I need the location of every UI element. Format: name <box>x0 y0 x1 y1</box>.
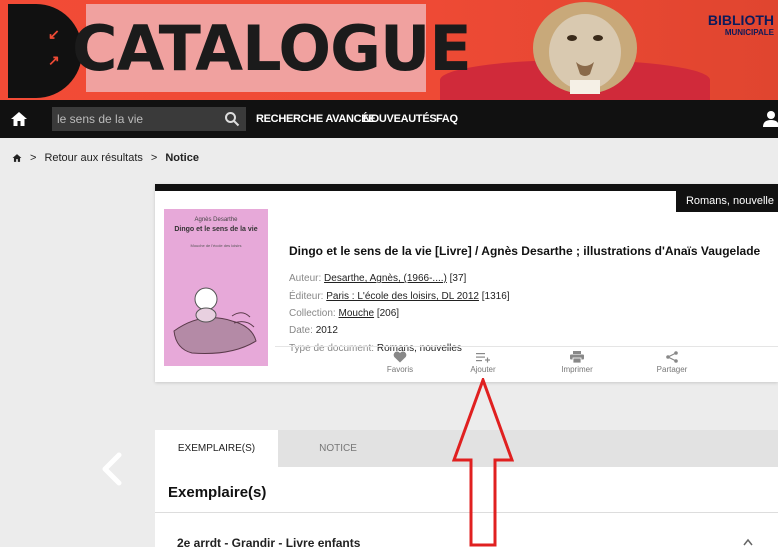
ajouter-button[interactable]: Ajouter <box>453 351 513 374</box>
breadcrumb-current: Notice <box>165 152 199 164</box>
main-navbar: RECHERCHE AVANCÉE NOUVEAUTÉS FAQ <box>0 100 778 138</box>
library-name-line1: BIBLIOTH <box>707 12 774 28</box>
nav-faq[interactable]: FAQ <box>436 100 458 138</box>
cover-title: Dingo et le sens de la vie <box>174 226 258 233</box>
chevron-left-icon[interactable] <box>100 452 124 486</box>
breadcrumb: > Retour aux résultats > Notice <box>12 152 199 164</box>
doc-type-tag: Romans, nouvelle <box>675 191 778 212</box>
meta-collection: Collection: Mouche [206] <box>289 308 399 319</box>
nav-news[interactable]: NOUVEAUTÉS <box>363 100 437 138</box>
home-icon[interactable] <box>12 153 22 163</box>
breadcrumb-separator: > <box>150 152 158 164</box>
lion-mask-photo <box>533 2 637 94</box>
collection-link[interactable]: Mouche <box>338 308 374 319</box>
meta-count: [1316] <box>481 291 510 302</box>
arrow-out-icon: ↗ <box>48 52 60 68</box>
meta-label: Date: <box>289 325 313 336</box>
tab-exemplaires[interactable]: EXEMPLAIRE(S) <box>155 430 278 467</box>
notice-card: Romans, nouvelle Agnès Desarthe Dingo et… <box>155 184 778 382</box>
meta-count: [206] <box>376 308 400 319</box>
partager-label: Partager <box>656 365 688 374</box>
publisher-link[interactable]: Paris : L'école des loisirs, DL 2012 <box>326 291 479 302</box>
notice-actions: Favoris Ajouter Imprimer Partager <box>275 346 778 386</box>
library-name-line2: MUNICIPALE <box>724 28 774 37</box>
imprimer-button[interactable]: Imprimer <box>547 351 607 374</box>
book-title: Dingo et le sens de la vie [Livre] / Agn… <box>289 244 761 258</box>
nav-advanced-search[interactable]: RECHERCHE AVANCÉE <box>256 100 376 138</box>
meta-label: Auteur: <box>289 273 322 284</box>
cover-illustration <box>173 287 257 354</box>
imprimer-label: Imprimer <box>561 365 593 374</box>
search-icon[interactable] <box>224 111 240 127</box>
exemplaires-heading: Exemplaire(s) <box>168 484 267 501</box>
b-logo[interactable]: ↙ ↗ <box>8 4 82 98</box>
meta-label: Collection: <box>289 308 336 319</box>
meta-author: Auteur: Desarthe, Agnès, (1966-....) [37… <box>289 273 466 284</box>
ajouter-label: Ajouter <box>470 365 496 374</box>
user-icon[interactable] <box>762 110 778 128</box>
cover-author: Agnès Desarthe <box>194 217 238 223</box>
catalogue-title[interactable]: CATALOGUE <box>72 10 472 88</box>
book-cover[interactable]: Agnès Desarthe Dingo et le sens de la vi… <box>164 209 268 366</box>
favoris-label: Favoris <box>386 365 414 374</box>
add-to-list-icon <box>476 353 490 363</box>
search-box <box>52 107 246 131</box>
breadcrumb-back-link[interactable]: Retour aux résultats <box>44 152 142 164</box>
heart-icon <box>393 351 407 363</box>
annotation-arrow-icon <box>452 378 514 547</box>
header-banner: ↙ ↗ CATALOGUE BIBLIOTH MUNICIPALE <box>0 0 778 100</box>
meta-value: 2012 <box>315 325 338 336</box>
chevron-up-icon[interactable] <box>743 538 753 546</box>
partager-button[interactable]: Partager <box>642 351 702 374</box>
library-name[interactable]: BIBLIOTH MUNICIPALE <box>708 12 774 37</box>
share-icon <box>666 351 678 363</box>
home-icon[interactable] <box>10 110 28 128</box>
meta-count: [37] <box>449 273 467 284</box>
author-link[interactable]: Desarthe, Agnès, (1966-....) <box>324 273 447 284</box>
breadcrumb-separator: > <box>30 152 37 164</box>
favoris-button[interactable]: Favoris <box>370 351 430 374</box>
exemplaire-row[interactable]: 2e arrdt - Grandir - Livre enfants <box>177 536 360 547</box>
meta-label: Éditeur: <box>289 291 324 302</box>
cover-subtitle: Mouche de l'école des loisirs <box>190 243 242 248</box>
arrow-in-icon: ↙ <box>48 26 60 42</box>
meta-publisher: Éditeur: Paris : L'école des loisirs, DL… <box>289 291 510 302</box>
search-input[interactable] <box>52 107 217 131</box>
printer-icon <box>570 351 584 363</box>
tab-notice[interactable]: NOTICE <box>278 430 398 467</box>
meta-date: Date: 2012 <box>289 325 338 336</box>
